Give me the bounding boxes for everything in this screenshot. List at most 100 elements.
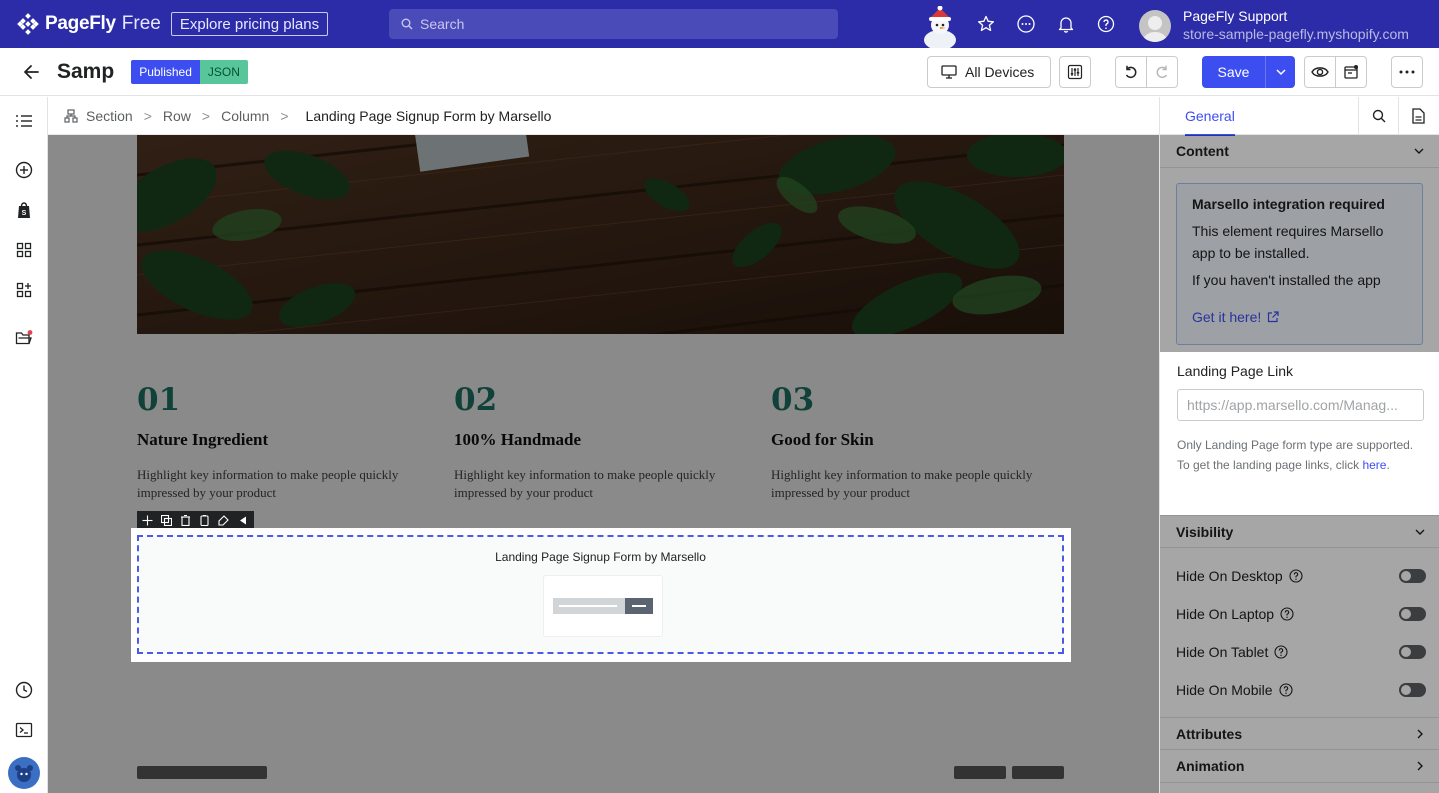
- content-section-header[interactable]: Content: [1160, 135, 1439, 168]
- help-icon[interactable]: [1289, 569, 1303, 583]
- move-icon[interactable]: [142, 515, 153, 526]
- device-selector[interactable]: All Devices: [927, 56, 1051, 88]
- visibility-section-label: Visibility: [1176, 523, 1234, 540]
- search-icon[interactable]: [1358, 97, 1398, 135]
- help-icon[interactable]: [1280, 607, 1294, 621]
- terminal-icon[interactable]: [14, 720, 34, 740]
- help-icon[interactable]: [1274, 645, 1288, 659]
- eye-icon: [1311, 67, 1329, 77]
- landing-help-text: Only Landing Page form type are supporte…: [1177, 435, 1425, 475]
- sliders-icon: [1067, 64, 1083, 80]
- breadcrumb-section[interactable]: Section: [86, 108, 133, 124]
- visibility-label: Hide On Tablet: [1176, 644, 1269, 660]
- delete-icon[interactable]: [180, 514, 191, 526]
- page-settings-button[interactable]: [1059, 56, 1091, 88]
- marsello-info-banner: Marsello integration required This eleme…: [1176, 183, 1423, 345]
- duplicate-icon[interactable]: [161, 514, 172, 526]
- undo-button[interactable]: [1115, 56, 1147, 88]
- landing-page-link-input[interactable]: [1177, 389, 1424, 421]
- hide-tablet-toggle[interactable]: [1399, 645, 1426, 659]
- preview-button[interactable]: [1304, 56, 1336, 88]
- external-link-icon: [1268, 311, 1279, 323]
- get-app-link[interactable]: Get it here!: [1192, 309, 1407, 325]
- monitor-icon: [941, 65, 957, 79]
- breadcrumb-column[interactable]: Column: [221, 108, 269, 124]
- avatar: [1139, 9, 1171, 42]
- chat-icon[interactable]: [1015, 13, 1037, 35]
- search-placeholder: Search: [420, 16, 465, 32]
- explore-pricing-button[interactable]: Explore pricing plans: [170, 12, 329, 36]
- logo-icon: [17, 13, 39, 35]
- save-options-button[interactable]: [1265, 56, 1295, 88]
- hide-mobile-toggle[interactable]: [1399, 683, 1426, 697]
- folder-icon[interactable]: [14, 328, 34, 348]
- search-input[interactable]: Search: [389, 9, 838, 39]
- animation-section-header[interactable]: Animation: [1160, 750, 1439, 783]
- hero-image[interactable]: [137, 135, 1064, 334]
- breadcrumb-row[interactable]: Row: [163, 108, 191, 124]
- feature-column[interactable]: 02 100% Handmade Highlight key informati…: [454, 382, 754, 502]
- breadcrumb: Section > Row > Column > Landing Page Si…: [48, 97, 1159, 135]
- help-icon[interactable]: [1095, 13, 1117, 35]
- document-icon[interactable]: [1398, 97, 1438, 135]
- pagefly-editor: PageFly Free Explore pricing plans Searc…: [0, 0, 1439, 793]
- bell-icon[interactable]: [1055, 13, 1077, 35]
- placeholder-bar: [1012, 766, 1064, 779]
- info-title: Marsello integration required: [1192, 196, 1385, 212]
- placeholder-bar: [954, 766, 1006, 779]
- editor-header: Samp Published JSON All Devices Save: [0, 48, 1439, 96]
- brand-name: PageFly: [45, 13, 116, 34]
- visibility-row: Hide On Tablet: [1176, 642, 1426, 662]
- pagefly-logo[interactable]: PageFly Free: [17, 13, 161, 35]
- info-body-secondary: If you haven't installed the app: [1192, 272, 1381, 288]
- help-text-end: .: [1386, 458, 1390, 472]
- tab-general[interactable]: General: [1185, 98, 1235, 136]
- feature-title: Nature Ingredient: [137, 430, 269, 449]
- more-options-button[interactable]: [1391, 56, 1423, 88]
- layers-icon[interactable]: [14, 111, 34, 131]
- user-menu[interactable]: PageFly Support store-sample-pagefly.mys…: [1139, 8, 1409, 43]
- save-button-group: Save: [1202, 56, 1295, 88]
- publish-button[interactable]: [1335, 56, 1367, 88]
- arrow-left-icon: [24, 64, 39, 79]
- help-icon[interactable]: [1278, 683, 1293, 697]
- chevron-down-icon: [1275, 69, 1286, 76]
- visibility-row: Hide On Laptop: [1176, 604, 1426, 624]
- plan-name: Free: [121, 13, 161, 34]
- attributes-section-header[interactable]: Attributes: [1160, 717, 1439, 750]
- back-button[interactable]: [21, 61, 43, 83]
- feature-description: Highlight key information to make people…: [454, 467, 716, 500]
- history-icon[interactable]: [14, 680, 34, 700]
- save-button[interactable]: Save: [1202, 64, 1265, 80]
- form-title: Landing Page Signup Form by Marsello: [495, 550, 706, 564]
- status-badge: Published: [131, 59, 200, 84]
- visibility-label: Hide On Mobile: [1176, 682, 1273, 698]
- grid-icon[interactable]: [14, 240, 34, 260]
- support-avatar[interactable]: [8, 757, 40, 789]
- left-sidebar: S: [0, 97, 48, 793]
- signup-form-placeholder[interactable]: Landing Page Signup Form by Marsello: [137, 535, 1064, 654]
- hide-desktop-toggle[interactable]: [1399, 569, 1426, 583]
- visibility-section-header[interactable]: Visibility: [1160, 515, 1439, 548]
- svg-text:S: S: [22, 210, 27, 217]
- json-badge[interactable]: JSON: [199, 59, 248, 84]
- redo-button[interactable]: [1146, 56, 1178, 88]
- add-element-icon[interactable]: [14, 160, 34, 180]
- shopify-icon[interactable]: S: [14, 200, 34, 220]
- style-brush-icon[interactable]: [218, 514, 229, 526]
- publish-icon: [1344, 65, 1358, 79]
- element-toolbar: [137, 511, 254, 529]
- page-title[interactable]: Samp: [57, 60, 114, 84]
- feature-column[interactable]: 03 Good for Skin Highlight key informati…: [771, 382, 1071, 502]
- selected-element[interactable]: Landing Page Signup Form by Marsello: [131, 528, 1071, 662]
- collapse-icon[interactable]: [237, 515, 248, 526]
- breadcrumb-separator: >: [280, 107, 289, 124]
- hide-laptop-toggle[interactable]: [1399, 607, 1426, 621]
- content-section-label: Content: [1176, 143, 1229, 159]
- copy-icon[interactable]: [199, 514, 210, 526]
- feature-column[interactable]: 01 Nature Ingredient Highlight key infor…: [137, 382, 437, 502]
- feature-number: 02: [454, 382, 498, 418]
- help-here-link[interactable]: here: [1362, 458, 1386, 472]
- apps-icon[interactable]: [14, 280, 34, 300]
- star-icon[interactable]: [975, 13, 997, 35]
